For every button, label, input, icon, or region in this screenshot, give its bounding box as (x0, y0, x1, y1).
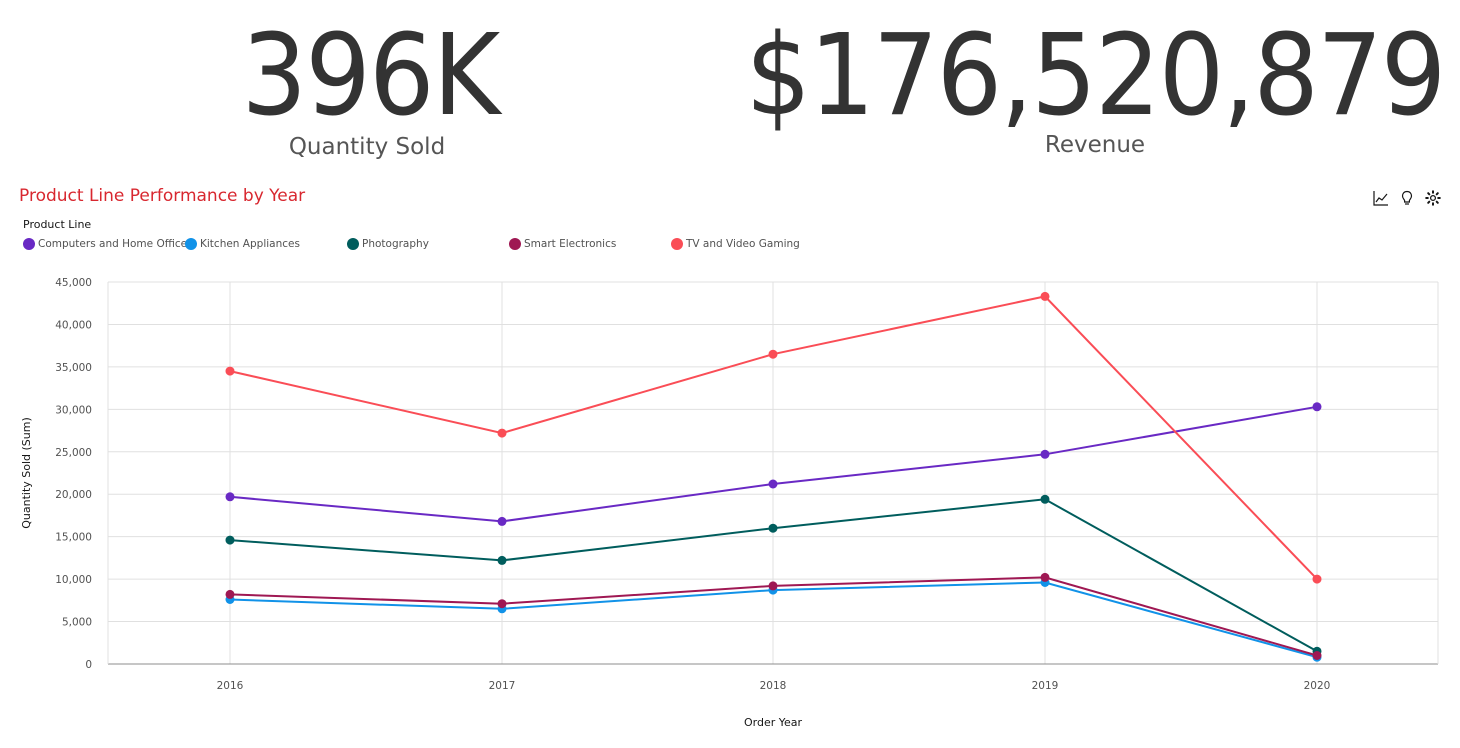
x-tick-label: 2020 (1304, 680, 1331, 692)
quantity-sold-label: Quantity Sold (288, 134, 446, 160)
data-point-smart-electronics (768, 581, 778, 591)
settings-icon[interactable] (1424, 189, 1442, 207)
data-point-smart-electronics (1312, 651, 1322, 660)
dashboard-page: 396K Quantity Sold $176,520,879 Revenue … (0, 0, 1460, 748)
legend-item-kitchen-appliances[interactable]: Kitchen Appliances (185, 236, 300, 252)
data-point-smart-electronics (225, 589, 235, 599)
y-tick-label: 15,000 (55, 532, 92, 544)
legend-label: TV and Video Gaming (686, 238, 800, 250)
legend-item-tv-and-video-gaming[interactable]: TV and Video Gaming (671, 236, 800, 252)
y-tick-label: 0 (85, 659, 92, 671)
legend-label: Photography (362, 238, 429, 250)
x-tick-label: 2019 (1032, 680, 1059, 692)
legend-swatch (347, 238, 359, 250)
legend-item-photography[interactable]: Photography (347, 236, 429, 252)
data-point-photography (497, 555, 507, 565)
data-point-smart-electronics (497, 599, 507, 609)
legend-title: Product Line (23, 218, 92, 231)
y-tick-label: 25,000 (55, 447, 92, 459)
legend-swatch (509, 238, 521, 250)
data-point-photography (768, 523, 778, 533)
chart-toolbar (1372, 187, 1448, 209)
data-point-tv-and-video-gaming (1040, 291, 1050, 301)
legend-swatch (185, 238, 197, 250)
line-chart-icon[interactable] (1372, 189, 1390, 207)
y-axis-title: Quantity Sold (Sum) (20, 417, 33, 529)
data-point-smart-electronics (1040, 572, 1050, 582)
data-point-computers-and-home-office (1312, 402, 1322, 412)
data-point-computers-and-home-office (497, 516, 507, 526)
line-chart: 0 5,000 10,000 15,000 20,000 25,000 30,000 35,0… (20, 277, 1439, 729)
y-tick-label: 45,000 (55, 277, 92, 289)
lightbulb-icon[interactable] (1398, 189, 1416, 207)
x-tick-label: 2018 (760, 680, 787, 692)
data-point-tv-and-video-gaming (768, 349, 778, 359)
legend-swatch (23, 238, 35, 250)
legend-label: Computers and Home Office (38, 238, 188, 250)
data-point-tv-and-video-gaming (1312, 574, 1322, 584)
data-point-computers-and-home-office (1040, 449, 1050, 459)
legend-item-computers-and-home-office[interactable]: Computers and Home Office (23, 236, 187, 252)
x-axis-title: Order Year (744, 716, 803, 729)
y-tick-label: 40,000 (55, 319, 92, 331)
data-point-computers-and-home-office (225, 492, 235, 502)
data-point-photography (1040, 494, 1050, 504)
quantity-sold-value: 396K (241, 11, 501, 141)
x-tick-label: 2017 (489, 680, 516, 692)
x-tick-label: 2016 (217, 680, 244, 692)
legend-label: Kitchen Appliances (200, 238, 300, 250)
y-tick-label: 35,000 (55, 362, 92, 374)
data-point-computers-and-home-office (768, 479, 778, 489)
y-tick-label: 10,000 (55, 574, 92, 586)
y-tick-label: 30,000 (55, 404, 92, 416)
revenue-label: Revenue (1044, 132, 1146, 158)
legend-item-smart-electronics[interactable]: Smart Electronics (509, 236, 616, 252)
data-point-tv-and-video-gaming (497, 428, 507, 438)
data-point-tv-and-video-gaming (225, 366, 235, 376)
y-tick-label: 20,000 (55, 489, 92, 501)
y-tick-label: 5,000 (62, 617, 92, 629)
revenue-value: $176,520,879 (745, 11, 1447, 141)
legend-swatch (671, 238, 683, 250)
chart-title: Product Line Performance by Year (19, 186, 306, 206)
legend-label: Smart Electronics (524, 238, 617, 250)
data-point-photography (225, 535, 235, 545)
